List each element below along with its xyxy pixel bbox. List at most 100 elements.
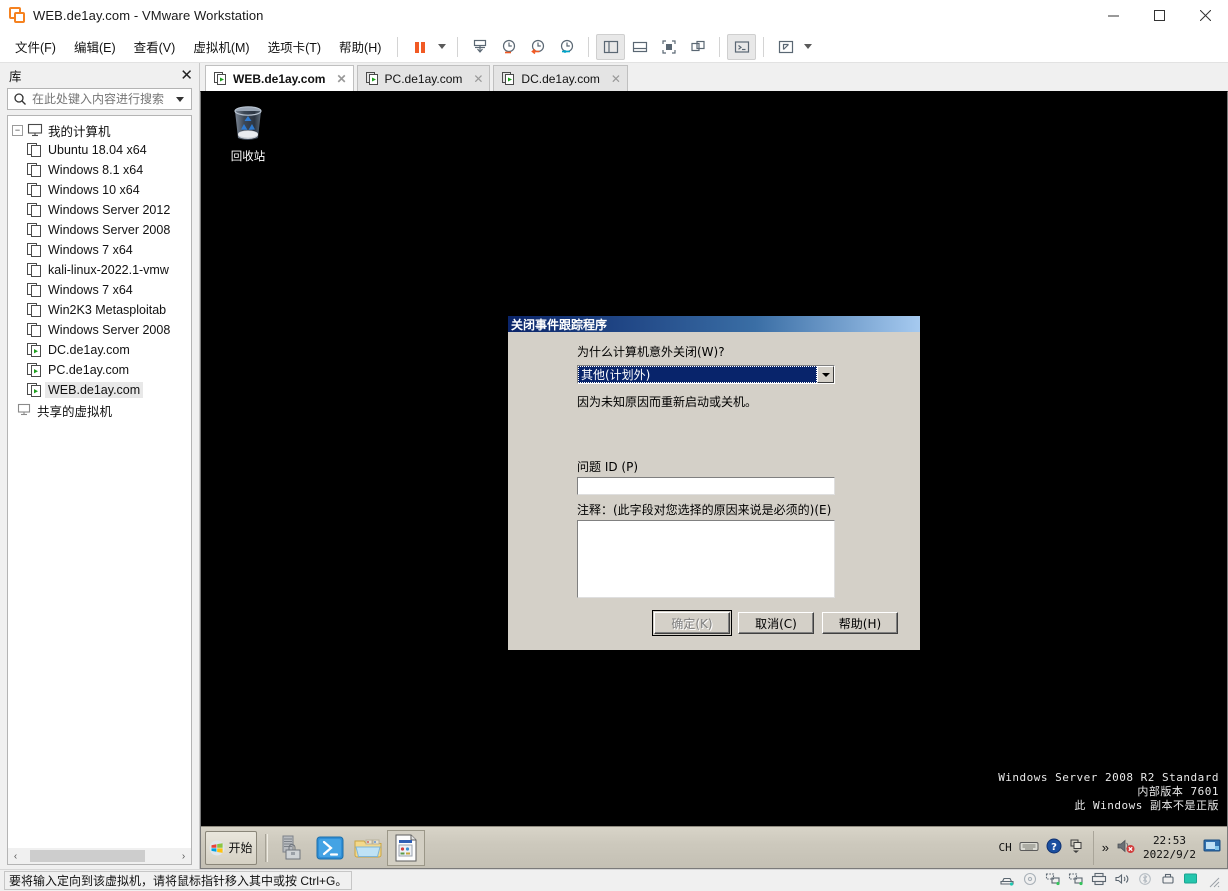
- menu-tabs[interactable]: 选项卡(T): [259, 33, 330, 60]
- scroll-right-icon[interactable]: ›: [176, 851, 191, 862]
- menu-help[interactable]: 帮助(H): [330, 33, 390, 60]
- help-icon[interactable]: ?: [1046, 838, 1062, 857]
- cancel-button[interactable]: 取消(C): [738, 612, 814, 634]
- ok-button[interactable]: 确定(K): [652, 610, 732, 636]
- tray-clock[interactable]: 22:53 2022/9/2: [1143, 834, 1196, 862]
- unity-icon[interactable]: [683, 34, 712, 60]
- power-dropdown-caret-icon[interactable]: [434, 34, 450, 60]
- display-icon[interactable]: [1183, 872, 1199, 889]
- chevron-down-icon[interactable]: [176, 96, 184, 102]
- shutdown-event-tracker-dialog[interactable]: 关闭事件跟踪程序 为什么计算机意外关闭(W)? 其他(计划外) 因为未知原因而重…: [506, 314, 922, 652]
- guest-screen[interactable]: 回收站 关闭事件跟踪程序 为什么计算机意外关闭(W)? 其他(计划外) 因为未知…: [200, 91, 1228, 869]
- server-manager-icon[interactable]: [273, 830, 311, 866]
- snapshot-manage-icon[interactable]: [494, 34, 523, 60]
- windows-explorer-icon[interactable]: [349, 830, 387, 866]
- stretch-icon[interactable]: [771, 34, 800, 60]
- desktop-icon-recycle-bin[interactable]: 回收站: [216, 102, 280, 164]
- tree-item-vm[interactable]: Windows 8.1 x64: [8, 160, 191, 180]
- hard-disk-icon[interactable]: [999, 872, 1015, 889]
- tree-shared-vms[interactable]: 共享的虚拟机: [8, 400, 191, 420]
- printer-icon[interactable]: [1091, 872, 1107, 889]
- volume-muted-icon[interactable]: [1116, 837, 1136, 858]
- tab-dc-de1ay-com[interactable]: DC.de1ay.com ✕: [493, 65, 628, 91]
- tree-item-label: Windows Server 2008: [48, 223, 171, 237]
- minimize-button[interactable]: [1090, 0, 1136, 31]
- vm-tree[interactable]: − 我的计算机 Ubuntu 18.04 x64 Windows 8.1 x64 W…: [7, 115, 192, 848]
- show-library-icon[interactable]: [596, 33, 626, 60]
- comment-textarea[interactable]: [577, 520, 835, 598]
- network-adapter-icon[interactable]: [1045, 872, 1061, 889]
- maximize-button[interactable]: [1136, 0, 1182, 31]
- guest-desktop[interactable]: 回收站 关闭事件跟踪程序 为什么计算机意外关闭(W)? 其他(计划外) 因为未知…: [201, 92, 1227, 868]
- cd-dvd-icon[interactable]: [1022, 872, 1038, 889]
- sound-card-icon[interactable]: [1114, 872, 1130, 889]
- menu-edit[interactable]: 编辑(E): [65, 33, 125, 60]
- menu-file[interactable]: 文件(F): [6, 33, 65, 60]
- tree-item-vm[interactable]: Windows 7 x64: [8, 280, 191, 300]
- tree-item-vm[interactable]: Win2K3 Metasploitab: [8, 300, 191, 320]
- toolbar-divider-2: [457, 36, 459, 57]
- problem-id-input[interactable]: [577, 477, 835, 495]
- fullscreen-icon[interactable]: [654, 34, 683, 60]
- show-desktop-icon[interactable]: [1203, 839, 1221, 856]
- status-device-icons: [999, 872, 1224, 889]
- search-input[interactable]: [30, 91, 172, 107]
- vmware-workstation-window: WEB.de1ay.com - VMware Workstation 文件(F)…: [0, 0, 1228, 891]
- tree-item-vm[interactable]: WEB.de1ay.com: [8, 380, 191, 400]
- show-thumbnail-bar-icon[interactable]: [625, 34, 654, 60]
- tab-pc-de1ay-com[interactable]: PC.de1ay.com ✕: [356, 65, 491, 91]
- bluetooth-icon[interactable]: [1137, 872, 1153, 889]
- tree-root-my-computer[interactable]: − 我的计算机: [8, 120, 191, 140]
- usb-icon[interactable]: [1160, 872, 1176, 889]
- tree-item-label: Windows Server 2008: [48, 323, 171, 337]
- sidebar-horizontal-scrollbar[interactable]: ‹ ›: [7, 848, 192, 865]
- taskbar-button-shutdown-event-tracker[interactable]: [387, 829, 425, 866]
- tree-item-vm[interactable]: Ubuntu 18.04 x64: [8, 140, 191, 160]
- tree-item-vm[interactable]: Windows 7 x64: [8, 240, 191, 260]
- tree-item-vm[interactable]: Windows Server 2008: [8, 320, 191, 340]
- vm-running-icon: [27, 362, 43, 378]
- tab-close-icon[interactable]: ✕: [473, 72, 483, 86]
- close-button[interactable]: [1182, 0, 1228, 31]
- scrollbar-thumb[interactable]: [30, 850, 145, 862]
- menu-vm[interactable]: 虚拟机(M): [184, 33, 258, 60]
- show-hidden-icons-icon[interactable]: [1069, 838, 1083, 857]
- start-button[interactable]: 开始: [205, 830, 257, 865]
- scroll-left-icon[interactable]: ‹: [8, 851, 23, 862]
- dialog-titlebar: 关闭事件跟踪程序: [508, 316, 920, 333]
- pause-icon[interactable]: [405, 34, 434, 60]
- tree-item-vm[interactable]: Windows Server 2012: [8, 200, 191, 220]
- help-button[interactable]: 帮助(H): [822, 612, 898, 634]
- snapshot-take-icon[interactable]: [465, 34, 494, 60]
- input-language-indicator[interactable]: CH: [999, 841, 1012, 854]
- tab-web-de1ay-com[interactable]: WEB.de1ay.com ✕: [205, 65, 354, 91]
- recycle-bin-icon: [228, 102, 268, 146]
- collapse-icon[interactable]: −: [12, 124, 23, 136]
- vm-icon: [27, 302, 43, 318]
- tray-clock-area[interactable]: » 22:53 2022/9/2: [1092, 830, 1221, 865]
- tab-close-icon[interactable]: ✕: [611, 72, 621, 86]
- tab-close-icon[interactable]: ✕: [336, 72, 346, 86]
- resize-grip-icon[interactable]: [1206, 874, 1220, 888]
- tray-date: 2022/9/2: [1143, 847, 1196, 861]
- tree-item-vm[interactable]: DC.de1ay.com: [8, 340, 191, 360]
- snapshot-revert-icon[interactable]: [523, 34, 552, 60]
- console-icon[interactable]: [727, 33, 757, 60]
- shutdown-reason-select[interactable]: 其他(计划外): [577, 365, 835, 384]
- snapshot-manager-icon[interactable]: [552, 34, 581, 60]
- tree-item-vm[interactable]: Windows Server 2008: [8, 220, 191, 240]
- vm-running-icon: [27, 382, 43, 398]
- powershell-icon[interactable]: [311, 830, 349, 866]
- notification-expander-icon[interactable]: »: [1102, 840, 1109, 855]
- close-icon[interactable]: ✕: [180, 68, 193, 83]
- tree-item-vm[interactable]: Windows 10 x64: [8, 180, 191, 200]
- search-box[interactable]: [7, 88, 192, 110]
- tree-item-vm[interactable]: kali-linux-2022.1-vmw: [8, 260, 191, 280]
- stretch-caret-icon[interactable]: [800, 34, 816, 60]
- menu-view[interactable]: 查看(V): [125, 33, 185, 60]
- tree-item-vm[interactable]: PC.de1ay.com: [8, 360, 191, 380]
- keyboard-icon[interactable]: [1019, 839, 1039, 856]
- tray-time: 22:53: [1152, 833, 1187, 847]
- chevron-down-icon[interactable]: [817, 366, 834, 383]
- network-adapter-2-icon[interactable]: [1068, 872, 1084, 889]
